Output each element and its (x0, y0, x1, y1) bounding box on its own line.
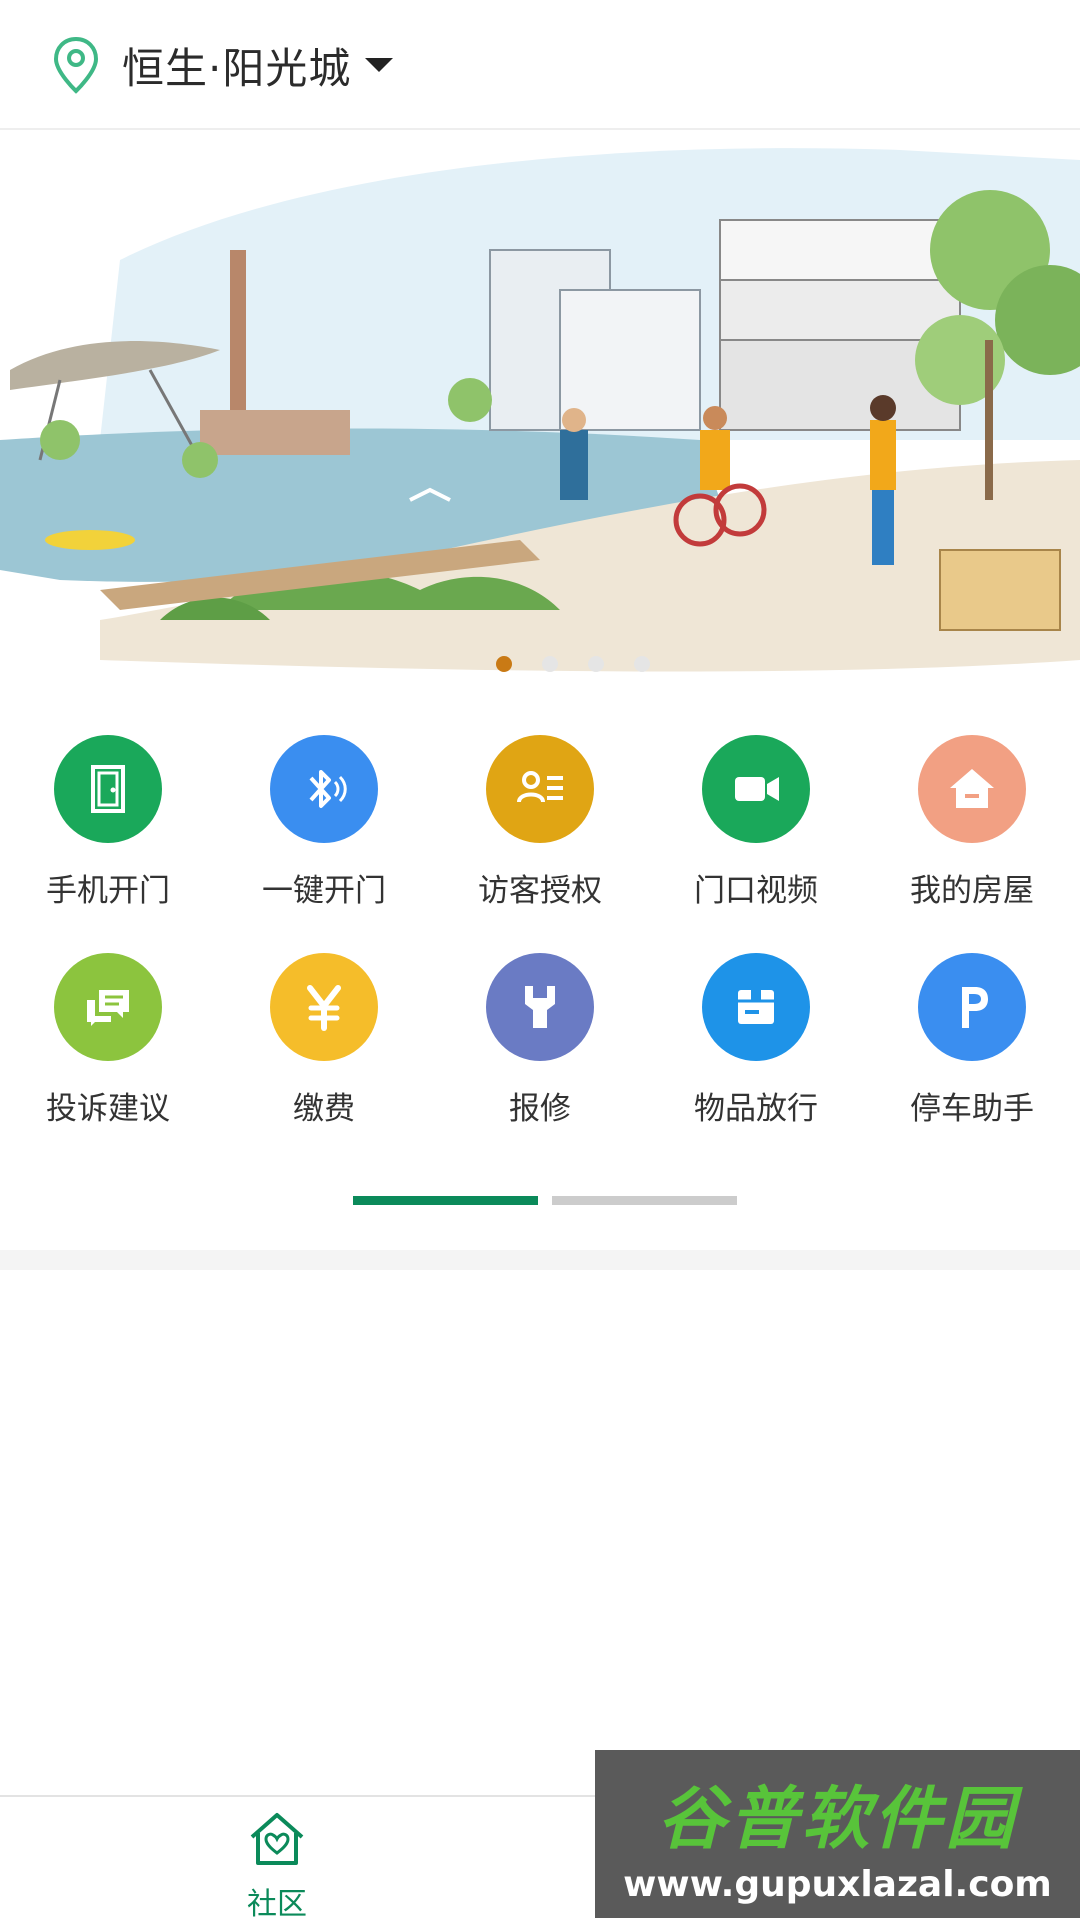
visitor-auth-button[interactable]: 访客授权 (432, 735, 648, 953)
payment-label: 缴费 (293, 1091, 355, 1127)
banner-dot[interactable] (588, 656, 604, 672)
door-video-circle (702, 735, 810, 843)
location-name: 恒生·阳光城 (122, 43, 352, 93)
complaint-circle (54, 953, 162, 1061)
parking-button[interactable]: 停车助手 (864, 953, 1080, 1171)
door-video-label: 门口视频 (694, 873, 818, 909)
wrench-icon (525, 986, 555, 1028)
visitor-auth-circle (486, 735, 594, 843)
complaint-button[interactable]: 投诉建议 (0, 953, 216, 1171)
banner-dots (496, 656, 650, 672)
location-pin-icon (53, 36, 99, 94)
tab-community[interactable]: 社区 (207, 1807, 347, 1920)
parking-icon (962, 987, 988, 1028)
grid-row: 手机开门 一键开门 访客授权 门口视频 我的房屋 (0, 735, 1080, 953)
one-key-unlock-button[interactable]: 一键开门 (216, 735, 432, 953)
my-house-label: 我的房屋 (910, 873, 1034, 909)
page-indicator-bar[interactable] (353, 1196, 538, 1205)
banner-image (0, 140, 1080, 700)
parking-circle (918, 953, 1026, 1061)
tab-community-label: 社区 (247, 1887, 307, 1920)
home-heart-icon (250, 1813, 304, 1865)
parking-label: 停车助手 (910, 1091, 1034, 1127)
yuan-icon (307, 985, 341, 1031)
one-key-unlock-circle (270, 735, 378, 843)
my-house-button[interactable]: 我的房屋 (864, 735, 1080, 953)
repair-label: 报修 (509, 1091, 571, 1127)
banner-dot[interactable] (542, 656, 558, 672)
location-selector[interactable]: 恒生·阳光城 (52, 30, 394, 100)
caret-down-icon (365, 58, 394, 72)
banner-carousel[interactable] (0, 140, 1080, 700)
bluetooth-icon (309, 770, 347, 808)
item-release-label: 物品放行 (694, 1091, 818, 1127)
mobile-unlock-label: 手机开门 (46, 873, 170, 909)
my-house-circle (918, 735, 1026, 843)
watermark-logo: 谷普软件园 (657, 1780, 1018, 1859)
one-key-unlock-label: 一键开门 (262, 873, 386, 909)
payment-button[interactable]: 缴费 (216, 953, 432, 1171)
video-icon (735, 777, 779, 801)
door-icon (91, 765, 125, 813)
function-grid: 手机开门 一键开门 访客授权 门口视频 我的房屋 投诉建议 缴费 报修 物品放行… (0, 735, 1080, 1171)
repair-circle (486, 953, 594, 1061)
mobile-unlock-circle (54, 735, 162, 843)
payment-circle (270, 953, 378, 1061)
mobile-unlock-button[interactable]: 手机开门 (0, 735, 216, 953)
door-video-button[interactable]: 门口视频 (648, 735, 864, 953)
banner-dot[interactable] (496, 656, 512, 672)
repair-button[interactable]: 报修 (432, 953, 648, 1171)
watermark-url: www.gupuxlazal.com (623, 1864, 1052, 1905)
package-icon (738, 990, 774, 1024)
watermark: 谷普软件园 www.gupuxlazal.com (595, 1750, 1080, 1918)
house-icon (950, 769, 994, 808)
grid-page-indicator (353, 1196, 737, 1205)
complaint-label: 投诉建议 (46, 1091, 170, 1127)
grid-row: 投诉建议 缴费 报修 物品放行 停车助手 (0, 953, 1080, 1171)
visitor-icon (517, 771, 563, 803)
page-indicator-bar[interactable] (552, 1196, 737, 1205)
item-release-circle (702, 953, 810, 1061)
banner-dot[interactable] (634, 656, 650, 672)
header: 恒生·阳光城 (0, 0, 1080, 130)
app-screen: 恒生·阳光城 手机开门 一键开门 访客授权 门口视频 我的房屋 投诉建议 缴费 … (0, 0, 1080, 1920)
item-release-button[interactable]: 物品放行 (648, 953, 864, 1171)
visitor-auth-label: 访客授权 (478, 873, 602, 909)
section-divider (0, 1250, 1080, 1270)
chat-icon (87, 990, 129, 1026)
